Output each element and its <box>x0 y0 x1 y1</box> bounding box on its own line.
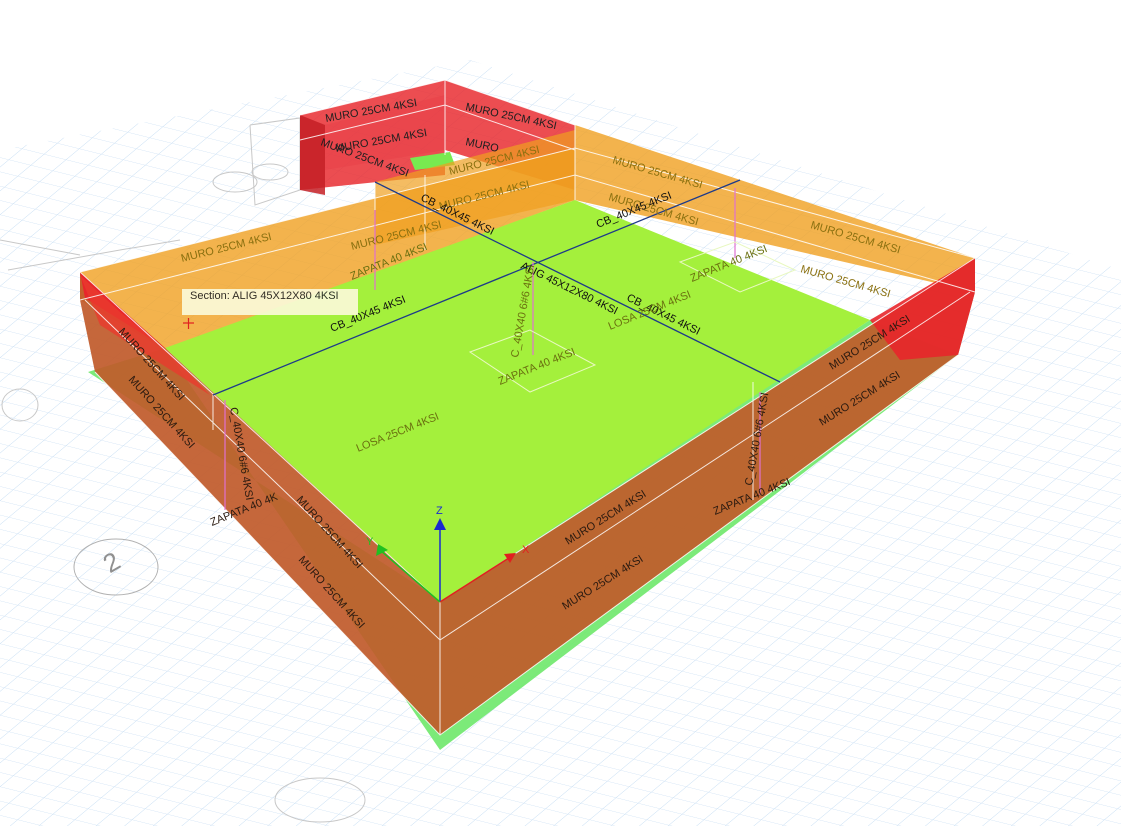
model-3d-viewport[interactable]: 2 MURO 25CM 4KSI MURO 25CM 4KSI MURO 25C… <box>0 0 1121 826</box>
tooltip-text: Section: ALIG 45X12X80 4KSI <box>190 290 339 302</box>
section-tooltip: Section: ALIG 45X12X80 4KSI <box>182 289 358 315</box>
svg-text:Z: Z <box>436 505 443 517</box>
svg-text:Y: Y <box>366 536 374 548</box>
svg-text:X: X <box>522 544 530 556</box>
